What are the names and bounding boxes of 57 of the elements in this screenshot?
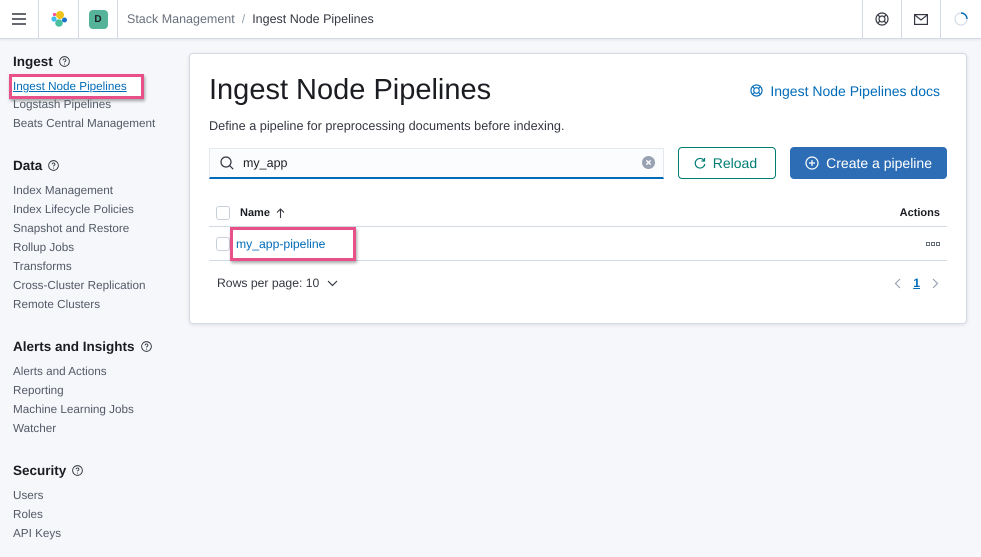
- nav-link[interactable]: API Keys: [13, 524, 176, 543]
- nav-link[interactable]: Watcher: [13, 419, 176, 438]
- search-field[interactable]: my_app: [209, 148, 664, 178]
- menu-icon[interactable]: [12, 13, 26, 25]
- chevron-right-icon[interactable]: [932, 278, 939, 288]
- nav-section-title: Data: [13, 158, 42, 173]
- nav-link[interactable]: Reporting: [13, 381, 176, 400]
- page-link[interactable]: 1: [913, 276, 920, 290]
- column-header: Actions: [900, 207, 940, 219]
- rows-per-page-button[interactable]: Rows per page: 10: [217, 276, 338, 290]
- checkbox[interactable]: [216, 236, 230, 250]
- help-icon[interactable]: [72, 465, 84, 476]
- nav-link[interactable]: Users: [13, 486, 176, 505]
- nav-link[interactable]: Machine Learning Jobs: [13, 400, 176, 419]
- column-header[interactable]: Name: [240, 207, 285, 219]
- sort-arrow-icon: [276, 208, 285, 218]
- loading-spinner-icon: [954, 12, 968, 26]
- help-icon[interactable]: [58, 56, 70, 67]
- space-avatar[interactable]: D: [88, 10, 108, 28]
- nav-link[interactable]: Ingest Node Pipelines: [13, 77, 127, 96]
- help-icon: [750, 84, 764, 97]
- reload-button[interactable]: Reload: [678, 147, 776, 179]
- search-icon: [220, 156, 234, 170]
- chevron-left-icon[interactable]: [894, 278, 902, 288]
- page-description: Define a pipeline for preprocessing documents before indexing.: [209, 119, 566, 133]
- nav-link[interactable]: Index Management: [13, 181, 176, 200]
- pipeline-name-link[interactable]: my_app-pipeline: [236, 236, 326, 250]
- nav-link[interactable]: Remote Clusters: [13, 295, 176, 314]
- nav-link[interactable]: Beats Central Management: [13, 114, 176, 133]
- checkbox[interactable]: [216, 206, 230, 220]
- nav-link[interactable]: Logstash Pipelines: [13, 95, 176, 114]
- nav-link[interactable]: Cross-Cluster Replication: [13, 276, 176, 295]
- nav-link[interactable]: Alerts and Actions: [13, 362, 176, 381]
- help-icon[interactable]: [140, 341, 152, 352]
- nav-section-title: Security: [13, 463, 66, 478]
- create-pipeline-button[interactable]: Create a pipeline: [790, 147, 947, 179]
- logo-icon[interactable]: [50, 10, 68, 28]
- clear-icon[interactable]: [642, 156, 655, 169]
- page-title: Ingest Node Pipelines: [209, 74, 492, 107]
- nav-link[interactable]: Transforms: [13, 257, 176, 276]
- nav-link[interactable]: Rollup Jobs: [13, 238, 176, 257]
- nav-link[interactable]: Roles: [13, 505, 176, 524]
- docs-link[interactable]: Ingest Node Pipelines docs: [750, 82, 940, 98]
- breadcrumb[interactable]: Stack Management: [127, 12, 235, 26]
- plus-circle-icon: [805, 156, 820, 170]
- refresh-icon: [694, 157, 706, 169]
- nav-section-title: Ingest: [13, 54, 53, 69]
- nav-link[interactable]: Snapshot and Restore: [13, 219, 176, 238]
- help-icon[interactable]: [48, 160, 60, 171]
- nav-link[interactable]: Index Lifecycle Policies: [13, 200, 176, 219]
- mail-icon[interactable]: [914, 14, 928, 24]
- breadcrumb-separator: /: [242, 12, 246, 26]
- breadcrumb: Ingest Node Pipelines: [252, 12, 374, 26]
- nav-section-title: Alerts and Insights: [13, 339, 135, 354]
- chevron-down-icon: [327, 280, 338, 286]
- help-icon[interactable]: [875, 12, 889, 26]
- more-actions-icon[interactable]: [926, 242, 940, 246]
